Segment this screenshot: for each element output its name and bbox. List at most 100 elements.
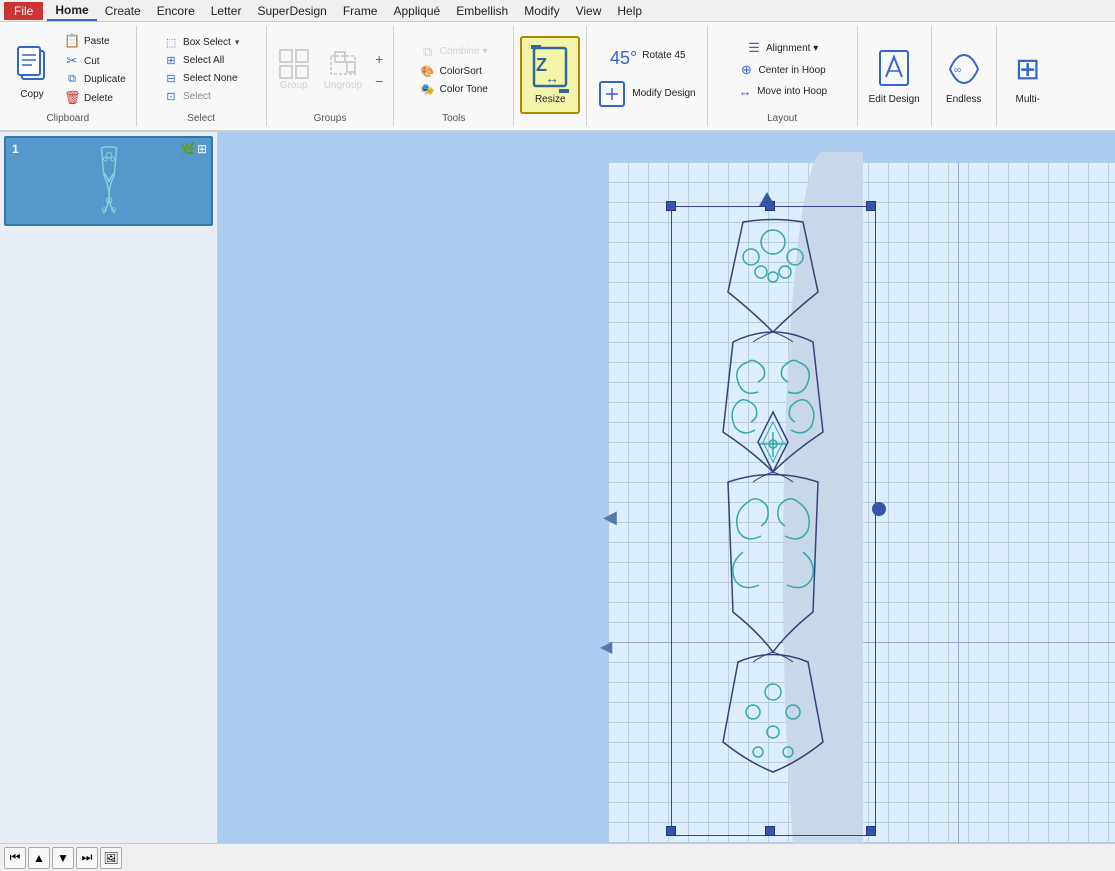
clipboard-stack: 📋 Paste ✂ Cut ⧉ Duplicate 🗑 Delete xyxy=(60,31,130,108)
ungroup-label: Ungroup xyxy=(324,80,362,92)
ungroup-button[interactable]: Ungroup xyxy=(319,45,367,95)
menu-bar: File Home Create Encore Letter SuperDesi… xyxy=(0,0,1115,22)
menu-frame[interactable]: Frame xyxy=(335,2,386,20)
center-hoop-button[interactable]: ⊕ Center in Hoop xyxy=(734,60,829,80)
sel-handle-bot-center[interactable] xyxy=(765,826,775,836)
select-none-icon: ⊟ xyxy=(163,72,179,85)
scroll-left-arrow[interactable]: ◀ xyxy=(600,637,612,657)
colortone-label: Color Tone xyxy=(440,84,488,95)
ribbon-group-rotate-modify: 45° Rotate 45 Modify Design xyxy=(587,26,707,126)
combine-button[interactable]: ⧉ Combine ▾ xyxy=(416,42,492,62)
combine-label: Combine ▾ xyxy=(440,46,488,57)
ungroup-icon xyxy=(327,48,359,80)
resize-button-wrap: Z ↔ Resize xyxy=(520,28,580,122)
thumbnail-leaf-icon: 🌿 xyxy=(180,142,195,156)
edit-design-button[interactable]: Edit Design xyxy=(864,41,925,109)
colorsort-button[interactable]: 🎨 ColorSort xyxy=(416,63,492,80)
multi-icon: ⊞ xyxy=(1008,44,1048,94)
cut-button[interactable]: ✂ Cut xyxy=(60,51,130,71)
thumbnail-multi-icon: ⊞ xyxy=(197,142,207,156)
endless-label: Endless xyxy=(946,94,982,106)
multi-button[interactable]: ⊞ Multi- xyxy=(1003,41,1053,109)
select-button[interactable]: ⊡ Select xyxy=(159,88,243,105)
paste-button[interactable]: 📋 Paste xyxy=(60,31,130,51)
select-all-button[interactable]: ⊞ Select All xyxy=(159,52,243,69)
nav-up-button[interactable]: ▲ xyxy=(28,847,50,869)
move-hoop-button[interactable]: ↔ Move into Hoop xyxy=(733,82,831,101)
layout-group-label: Layout xyxy=(767,111,797,124)
modify-design-icon xyxy=(598,80,626,108)
endless-wrap: ∞ Endless xyxy=(939,28,989,122)
modify-design-label: Modify Design xyxy=(632,88,695,100)
menu-help[interactable]: Help xyxy=(609,2,650,20)
nav-last-button[interactable]: ⏭ xyxy=(76,847,98,869)
box-select-label: Box Select xyxy=(183,37,231,48)
delete-label: Delete xyxy=(84,93,113,104)
group-button[interactable]: Group xyxy=(273,45,315,95)
colorsort-label: ColorSort xyxy=(440,66,482,77)
menu-create[interactable]: Create xyxy=(97,2,149,20)
box-select-button[interactable]: ⬚ Box Select ▾ xyxy=(159,34,243,51)
edit-design-icon xyxy=(874,44,914,94)
group-remove-button[interactable]: − xyxy=(371,71,387,91)
center-hoop-icon: ⊕ xyxy=(738,62,754,78)
endless-icon: ∞ xyxy=(944,44,984,94)
menu-superdesign[interactable]: SuperDesign xyxy=(249,2,334,20)
svg-text:45°: 45° xyxy=(610,48,636,68)
group-icon xyxy=(278,48,310,80)
thumbnail-1[interactable]: 1 🌿 ⊞ xyxy=(4,136,213,226)
sel-handle-bot-right[interactable] xyxy=(866,826,876,836)
copy-button[interactable]: Copy xyxy=(6,35,58,105)
nav-down-button[interactable]: ▼ xyxy=(52,847,74,869)
menu-encore[interactable]: Encore xyxy=(149,2,203,20)
menu-file[interactable]: File xyxy=(4,2,43,20)
paste-icon: 📋 xyxy=(64,33,80,49)
endless-button[interactable]: ∞ Endless xyxy=(939,41,989,109)
group-add-remove: + − xyxy=(371,49,387,91)
colortone-icon: 🎭 xyxy=(420,83,436,96)
select-icon: ⊡ xyxy=(163,90,179,103)
thumbnail-icons: 🌿 ⊞ xyxy=(180,142,207,156)
delete-button[interactable]: 🗑 Delete xyxy=(60,88,130,108)
resize-button[interactable]: Z ↔ Resize xyxy=(520,36,580,114)
canvas-area[interactable]: ◀ xyxy=(218,132,1115,843)
thumbnail-design-svg xyxy=(89,144,129,219)
rotate45-button[interactable]: 45° Rotate 45 xyxy=(603,39,690,73)
colortone-button[interactable]: 🎭 Color Tone xyxy=(416,81,492,98)
ribbon: Copy 📋 Paste ✂ Cut ⧉ Duplicate 🗑 D xyxy=(0,22,1115,132)
modify-design-button[interactable]: Modify Design xyxy=(593,77,700,111)
layout-buttons: ☰ Alignment ▾ ⊕ Center in Hoop ↔ Move in… xyxy=(733,28,831,111)
duplicate-button[interactable]: ⧉ Duplicate xyxy=(60,71,130,88)
ribbon-group-tools: ⧉ Combine ▾ 🎨 ColorSort 🎭 Color Tone Too… xyxy=(394,26,514,126)
alignment-label: Alignment ▾ xyxy=(766,43,818,54)
sel-handle-top-right[interactable] xyxy=(866,201,876,211)
embroidery-design xyxy=(673,212,873,832)
select-all-icon: ⊞ xyxy=(163,54,179,67)
menu-home[interactable]: Home xyxy=(47,1,96,21)
select-none-button[interactable]: ⊟ Select None xyxy=(159,70,243,87)
ribbon-group-select: ⬚ Box Select ▾ ⊞ Select All ⊟ Select Non… xyxy=(137,26,267,126)
combine-icon: ⧉ xyxy=(420,44,436,60)
ribbon-group-groups: Group Ungroup + − xyxy=(267,26,395,126)
box-select-dropdown[interactable]: ▾ xyxy=(235,37,240,48)
colorsort-icon: 🎨 xyxy=(420,65,436,78)
menu-view[interactable]: View xyxy=(568,2,610,20)
sel-handle-mid-left[interactable]: ◀ xyxy=(603,507,617,528)
frame-view-button[interactable]: 🖼 xyxy=(100,847,122,869)
sel-handle-top-left[interactable] xyxy=(666,201,676,211)
nav-first-button[interactable]: ⏮ xyxy=(4,847,26,869)
menu-applique[interactable]: Appliqué xyxy=(385,2,448,20)
ribbon-group-edit-design: Edit Design xyxy=(858,26,932,126)
menu-letter[interactable]: Letter xyxy=(203,2,250,20)
alignment-icon: ☰ xyxy=(746,40,762,56)
menu-embellish[interactable]: Embellish xyxy=(448,2,516,20)
sel-handle-bot-left[interactable] xyxy=(666,826,676,836)
menu-modify[interactable]: Modify xyxy=(516,2,567,20)
sel-handle-top-triangle[interactable] xyxy=(759,192,775,206)
center-hoop-label: Center in Hoop xyxy=(758,65,825,76)
group-add-button[interactable]: + xyxy=(371,49,387,69)
sel-handle-mid-right[interactable] xyxy=(872,502,886,516)
alignment-button[interactable]: ☰ Alignment ▾ xyxy=(742,38,822,58)
crosshair-vertical xyxy=(958,162,959,843)
cut-label: Cut xyxy=(84,56,100,67)
